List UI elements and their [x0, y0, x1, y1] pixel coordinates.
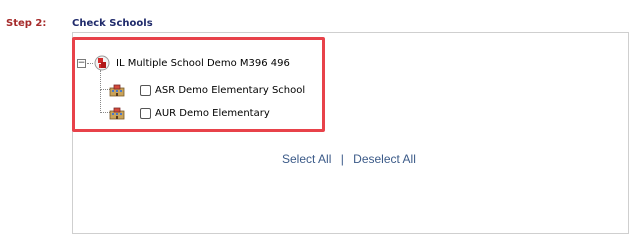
school-building-icon: [109, 107, 125, 120]
tree-item-school: AUR Demo Elementary: [93, 104, 270, 122]
school-checkbox[interactable]: [140, 84, 151, 96]
link-separator: |: [340, 152, 344, 166]
district-icon: [94, 55, 110, 71]
section-title: Check Schools: [72, 18, 153, 29]
selection-actions: Select All | Deselect All: [282, 152, 416, 166]
school-checkbox[interactable]: [140, 107, 151, 119]
school-label: AUR Demo Elementary: [155, 107, 270, 119]
deselect-all-link[interactable]: Deselect All: [353, 152, 416, 166]
school-building-icon: [109, 84, 125, 97]
step-label: Step 2:: [6, 18, 47, 29]
collapse-toggle[interactable]: −: [77, 58, 86, 68]
select-all-link[interactable]: Select All: [282, 152, 331, 166]
district-label: IL Multiple School Demo M396 496: [116, 57, 290, 69]
tree-root-row: − IL Multiple School Demo M396 496: [77, 54, 290, 72]
tree-dots: [87, 62, 93, 64]
tree-item-school: ASR Demo Elementary School: [93, 81, 305, 99]
school-label: ASR Demo Elementary School: [155, 84, 306, 96]
